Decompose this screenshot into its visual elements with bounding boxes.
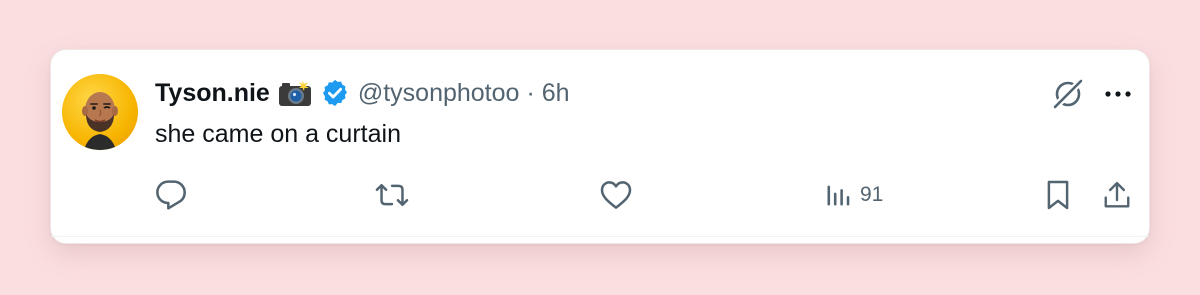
reply-icon: [155, 179, 187, 211]
author-name[interactable]: Tyson.nie: [155, 79, 270, 108]
tweet-time[interactable]: 6h: [542, 79, 570, 108]
avatar[interactable]: [62, 74, 138, 150]
bookmark-icon: [1045, 179, 1071, 211]
author-handle[interactable]: @tysonphotoo: [358, 79, 520, 108]
views-icon: [824, 181, 852, 209]
camera-flash-emoji-icon: [278, 79, 312, 107]
grok-icon[interactable]: [1051, 77, 1085, 111]
views-button[interactable]: 91: [824, 178, 883, 212]
share-icon: [1102, 179, 1132, 211]
views-count: 91: [860, 183, 884, 206]
divider: [51, 236, 1149, 237]
header-separator: ·: [526, 78, 535, 107]
retweet-button[interactable]: [375, 178, 409, 212]
share-button[interactable]: [1102, 178, 1132, 212]
tweet-text: she came on a curtain: [155, 120, 401, 148]
more-icon[interactable]: [1101, 77, 1135, 111]
tweet-card[interactable]: Tyson.nie @tysonphotoo · 6h she came on …: [50, 49, 1150, 244]
reply-button[interactable]: [155, 178, 187, 212]
like-icon: [600, 180, 632, 210]
tweet-header: Tyson.nie @tysonphotoo · 6h: [155, 76, 570, 110]
retweet-icon: [375, 179, 409, 211]
bookmark-button[interactable]: [1045, 178, 1071, 212]
verified-badge-icon[interactable]: [320, 78, 350, 108]
like-button[interactable]: [600, 178, 632, 212]
